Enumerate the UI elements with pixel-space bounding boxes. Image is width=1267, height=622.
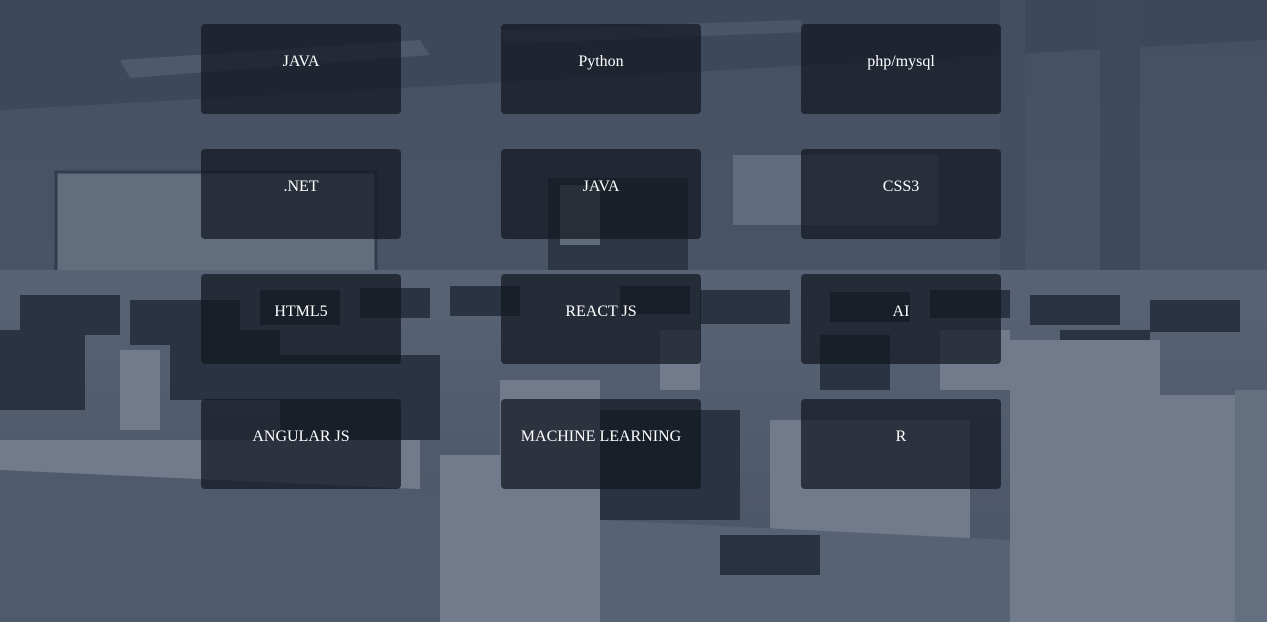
course-tile-machine-learning[interactable]: MACHINE LEARNING [501, 399, 701, 489]
course-tile-label: HTML5 [274, 303, 328, 320]
course-tile-dotnet[interactable]: .NET [201, 149, 401, 239]
course-tile-label: R [895, 428, 907, 445]
course-tile-label: .NET [283, 178, 319, 195]
course-tile-react-js[interactable]: REACT JS [501, 274, 701, 364]
course-tile-angular-js[interactable]: ANGULAR JS [201, 399, 401, 489]
course-tile-label: php/mysql [867, 53, 935, 70]
course-tile-label: MACHINE LEARNING [520, 428, 682, 445]
course-tile-label: ANGULAR JS [252, 428, 350, 445]
course-tile-java[interactable]: JAVA [201, 24, 401, 114]
course-tile-java-2[interactable]: JAVA [501, 149, 701, 239]
course-tile-label: JAVA [582, 178, 620, 195]
course-tile-css3[interactable]: CSS3 [801, 149, 1001, 239]
course-tile-label: AI [892, 303, 910, 320]
course-tile-label: REACT JS [565, 303, 637, 320]
course-tile-label: Python [578, 53, 624, 70]
course-tile-php-mysql[interactable]: php/mysql [801, 24, 1001, 114]
course-tile-label: CSS3 [882, 178, 920, 195]
course-tile-html5[interactable]: HTML5 [201, 274, 401, 364]
course-tile-ai[interactable]: AI [801, 274, 1001, 364]
course-tile-r[interactable]: R [801, 399, 1001, 489]
course-grid: JAVA Python php/mysql .NET JAVA CSS3 HTM… [0, 0, 1267, 622]
course-tile-python[interactable]: Python [501, 24, 701, 114]
course-page: JAVA Python php/mysql .NET JAVA CSS3 HTM… [0, 0, 1267, 622]
course-tile-label: JAVA [282, 53, 320, 70]
